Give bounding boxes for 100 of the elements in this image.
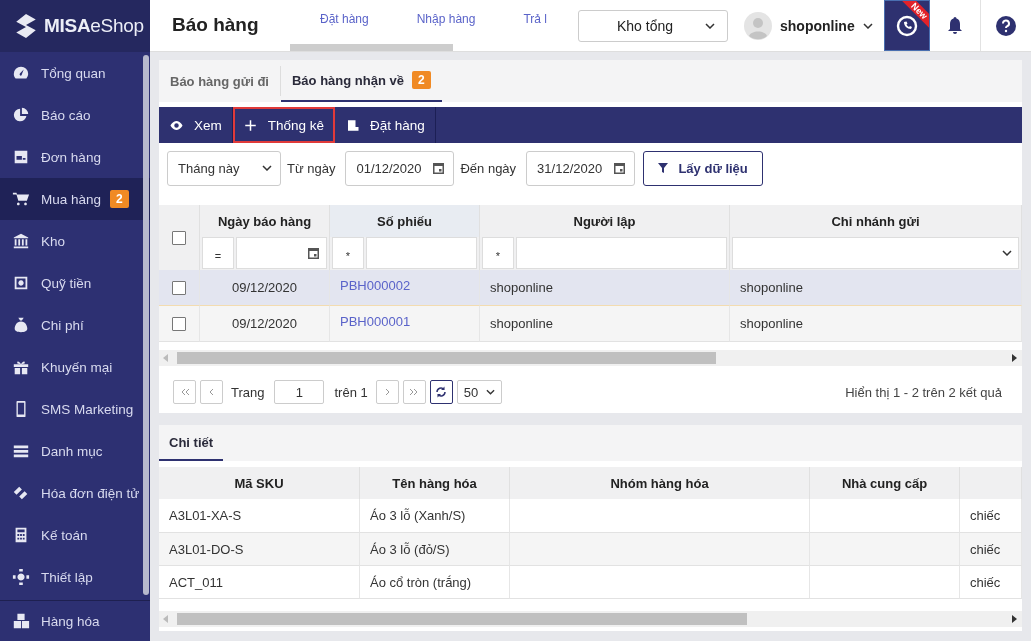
avatar <box>744 11 772 40</box>
page-size-dropdown[interactable]: 50 <box>456 380 502 404</box>
double-chevron-left-icon <box>179 388 190 396</box>
from-label: Từ ngày <box>287 160 337 176</box>
plus-icon <box>242 117 258 133</box>
next-page-button[interactable] <box>375 380 399 404</box>
tab[interactable]: Báo hàng nhận về 2 <box>280 60 442 102</box>
fetch-button[interactable]: Lấy dữ liệu <box>643 150 764 186</box>
sidebar-item[interactable]: Tổng quan <box>0 52 150 94</box>
filter-field[interactable] <box>516 237 727 269</box>
nav-link[interactable]: Đặt hàng <box>320 12 369 44</box>
sidebar-item[interactable]: Báo cáo <box>0 94 150 136</box>
header-cell <box>960 467 1022 499</box>
operator-button[interactable]: = <box>202 237 234 269</box>
sidebar-item[interactable]: Danh mục <box>0 430 150 472</box>
caret-icon <box>862 22 873 29</box>
table-cell: chiếc <box>960 499 1022 533</box>
operator-button[interactable]: * <box>332 237 364 269</box>
bank-icon <box>12 232 30 250</box>
stripes-icon <box>12 484 30 502</box>
help-icon <box>996 15 1016 36</box>
column-header[interactable]: Ngày báo hàng <box>200 205 330 237</box>
table-cell: A3L01-DO-S <box>159 533 360 566</box>
bell-icon <box>946 15 964 36</box>
sidebar-item[interactable]: Khuyến mại <box>0 346 150 388</box>
sidebar-item[interactable]: Kế toán <box>0 514 150 556</box>
sidebar-item[interactable]: Chi phí <box>0 304 150 346</box>
double-chevron-right-icon <box>409 388 420 396</box>
column-header[interactable]: Số phiếu <box>330 205 480 237</box>
filter-field[interactable] <box>366 237 477 269</box>
operator-button[interactable]: * <box>482 237 514 269</box>
checkbox[interactable] <box>172 230 186 245</box>
left-arrow-icon[interactable] <box>163 615 169 623</box>
sidebar-item[interactable]: SMS Marketing <box>0 388 150 430</box>
caret-icon <box>1002 250 1012 256</box>
voucher-link[interactable]: PBH000001 <box>340 314 411 329</box>
to-label: Đến ngày <box>460 160 518 176</box>
left-arrow-icon[interactable] <box>163 354 169 362</box>
result-summary: Hiển thị 1 - 2 trên 2 kết quả <box>845 384 1002 400</box>
right-arrow-icon[interactable] <box>1012 354 1018 362</box>
sidebar-item[interactable]: Thiết lập <box>0 556 150 598</box>
sidebar-item[interactable]: Quỹ tiền <box>0 262 150 304</box>
page-title: Báo hàng <box>171 13 260 36</box>
nav-link[interactable]: Nhập hàng <box>416 12 476 44</box>
table-cell: Áo 3 lỗ (Xanh/S) <box>360 499 510 533</box>
voucher-link[interactable]: PBH000002 <box>340 278 411 293</box>
user-name[interactable]: shoponline <box>780 17 855 34</box>
table-cell: 09/12/2020 <box>200 270 330 306</box>
page-total: trên 1 <box>333 384 369 400</box>
column-header[interactable]: Tên hàng hóa <box>360 467 510 499</box>
previous-page-button[interactable] <box>200 380 223 404</box>
warehouse-dropdown[interactable]: Kho tổng <box>578 9 728 42</box>
right-arrow-icon[interactable] <box>1012 615 1018 623</box>
table-cell: shoponline <box>480 270 730 306</box>
calendar-icon <box>613 161 627 175</box>
safe-icon <box>12 274 30 292</box>
toolbar-button[interactable]: Xem <box>159 107 233 143</box>
page-field[interactable]: 1 <box>274 380 325 404</box>
date-field[interactable]: 31/12/2020 <box>526 150 636 186</box>
chevron-left-icon <box>208 388 215 396</box>
boxes-icon <box>12 612 30 630</box>
logo-icon <box>13 13 39 39</box>
table-cell: 09/12/2020 <box>200 306 330 342</box>
sidebar-item[interactable]: Kho <box>0 220 150 262</box>
checkbox[interactable] <box>172 316 186 331</box>
refresh-button[interactable] <box>429 380 453 404</box>
horizontal-scrollbar[interactable] <box>159 350 1022 366</box>
checkbox[interactable] <box>172 280 186 295</box>
scrollbar[interactable] <box>143 55 149 595</box>
sidebar-item[interactable]: Mua hàng 2 <box>0 178 150 220</box>
toolbar-button[interactable]: Thống kê <box>232 107 336 143</box>
column-header[interactable]: Mã SKU <box>159 467 360 499</box>
period-dropdown[interactable]: Tháng này <box>167 150 281 186</box>
column-header[interactable]: Nhóm hàng hóa <box>510 467 810 499</box>
tab[interactable]: Báo hàng gửi đi <box>159 66 281 96</box>
pie-chart-icon <box>12 106 30 124</box>
filter-field[interactable] <box>236 237 327 269</box>
date-field[interactable]: 01/12/2020 <box>345 150 455 186</box>
horizontal-scrollbar[interactable] <box>159 611 1022 627</box>
filter-dropdown[interactable] <box>732 237 1019 269</box>
toolbar-button[interactable]: Đặt hàng <box>335 107 436 143</box>
table-cell: chiếc <box>960 566 1022 599</box>
sidebar-item[interactable]: Hóa đơn điện tử <box>0 472 150 514</box>
page-label: Trang <box>230 384 266 400</box>
sidebar-item[interactable]: Đơn hàng <box>0 136 150 178</box>
count-badge: 2 <box>110 190 129 208</box>
column-header[interactable]: Người lập <box>480 205 730 237</box>
first-page-button[interactable] <box>173 380 196 404</box>
table-cell: shoponline <box>730 270 1022 306</box>
table-cell: Áo 3 lỗ (đỏ/S) <box>360 533 510 566</box>
refresh-icon <box>435 386 448 398</box>
table-cell: ACT_011 <box>159 566 360 599</box>
calendar-icon <box>432 161 446 175</box>
cart-icon <box>12 190 30 208</box>
scrollbar[interactable] <box>290 44 453 51</box>
tab[interactable]: Chi tiết <box>159 425 224 461</box>
column-header[interactable]: Chi nhánh gửi <box>730 205 1022 237</box>
caret-icon <box>262 165 272 171</box>
nav-link[interactable]: Trả l <box>523 12 547 44</box>
column-header[interactable]: Nhà cung cấp <box>810 467 960 499</box>
